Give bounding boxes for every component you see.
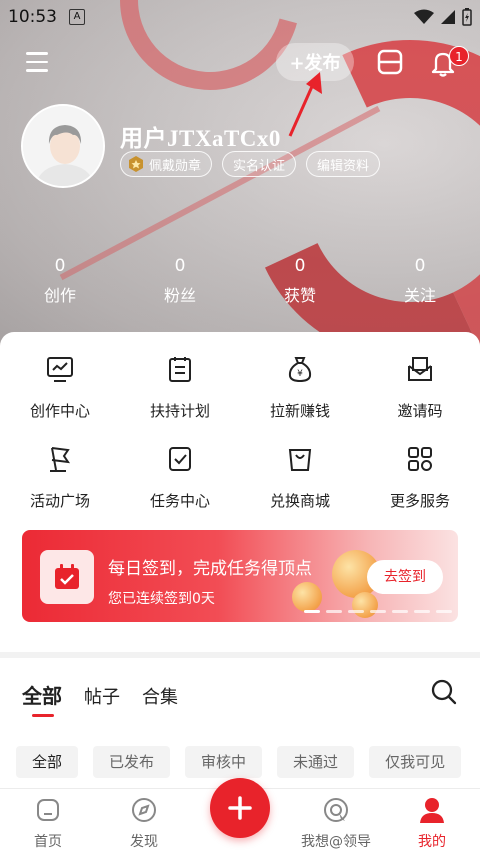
apps-grid-icon bbox=[408, 447, 432, 471]
home-icon bbox=[37, 799, 59, 821]
post-filters: 全部 已发布 审核中 未通过 仅我可见 bbox=[16, 746, 462, 778]
stat-followers[interactable]: 0 粉丝 bbox=[120, 256, 240, 306]
money-bag-icon: ¥ bbox=[288, 357, 312, 383]
filter-published[interactable]: 已发布 bbox=[93, 746, 171, 778]
profile-tags: 佩戴勋章 实名认证 编辑资料 bbox=[120, 151, 381, 177]
edit-profile-button[interactable]: 编辑资料 bbox=[306, 151, 381, 177]
notification-badge: 1 bbox=[449, 46, 469, 66]
medal-icon bbox=[129, 156, 143, 172]
daily-signin-banner[interactable]: 每日签到，完成任务得顶点 您已连续签到0天 去签到 bbox=[22, 530, 458, 622]
create-post-button[interactable] bbox=[210, 778, 270, 838]
status-bar: 10:53 A bbox=[0, 0, 480, 34]
wear-medal-button[interactable]: 佩戴勋章 bbox=[120, 151, 213, 177]
stat-creations[interactable]: 0 创作 bbox=[0, 256, 120, 306]
stat-likes[interactable]: 0 获赞 bbox=[240, 256, 360, 306]
wifi-icon bbox=[414, 9, 434, 24]
filter-under-review[interactable]: 审核中 bbox=[185, 746, 263, 778]
notification-app-icon: A bbox=[69, 9, 85, 25]
signin-button[interactable]: 去签到 bbox=[367, 560, 443, 594]
grid-item-exchange-mall[interactable]: 兑换商城 bbox=[240, 444, 360, 510]
username: 用户JTXaTCx0 bbox=[120, 126, 281, 151]
banner-subtitle: 您已连续签到0天 bbox=[108, 591, 215, 607]
scan-icon[interactable] bbox=[376, 48, 404, 76]
banner-pagination bbox=[304, 610, 458, 613]
tab-posts[interactable]: 帖子 bbox=[84, 683, 120, 709]
grid-item-creation-center[interactable]: 创作中心 bbox=[0, 354, 120, 420]
calendar-icon bbox=[40, 550, 94, 604]
plus-icon bbox=[228, 796, 252, 820]
battery-icon bbox=[462, 8, 472, 26]
coin-icon bbox=[352, 592, 378, 618]
nav-mention-leader[interactable]: 我想@领导 bbox=[296, 795, 376, 851]
filter-private[interactable]: 仅我可见 bbox=[369, 746, 462, 778]
tab-collections[interactable]: 合集 bbox=[142, 683, 178, 709]
grid-item-invite-code[interactable]: 邀请码 bbox=[360, 354, 480, 420]
posts-section: 全部 帖子 合集 全部 已发布 审核中 未通过 仅我可见 bbox=[0, 658, 480, 788]
filter-rejected[interactable]: 未通过 bbox=[277, 746, 355, 778]
status-time: 10:53 bbox=[8, 7, 57, 27]
nav-discover[interactable]: 发现 bbox=[104, 795, 184, 851]
pointer-arrow-icon bbox=[288, 72, 322, 137]
banner-title: 每日签到，完成任务得顶点 bbox=[108, 559, 312, 579]
shopping-bag-icon bbox=[288, 449, 312, 471]
grid-item-activity-square[interactable]: 活动广场 bbox=[0, 444, 120, 510]
filter-all[interactable]: 全部 bbox=[16, 746, 79, 778]
services-grid: 创作中心 扶持计划 ¥ 拉新赚钱 邀请码 活动广场 任务中心 兑换商城 更多服务 bbox=[0, 354, 480, 510]
services-card: 创作中心 扶持计划 ¥ 拉新赚钱 邀请码 活动广场 任务中心 兑换商城 更多服务 bbox=[0, 332, 480, 652]
avatar[interactable] bbox=[21, 104, 105, 188]
grid-item-referral-earn[interactable]: ¥ 拉新赚钱 bbox=[240, 354, 360, 420]
grid-item-support-plan[interactable]: 扶持计划 bbox=[120, 354, 240, 420]
monitor-chart-icon bbox=[47, 357, 73, 382]
compass-icon bbox=[132, 798, 156, 822]
nav-mine[interactable]: 我的 bbox=[392, 795, 472, 851]
grid-item-task-center[interactable]: 任务中心 bbox=[120, 444, 240, 510]
signal-icon bbox=[441, 10, 455, 24]
top-action-bar: +发布 bbox=[0, 40, 480, 84]
target-icon bbox=[324, 798, 348, 822]
real-name-verification-button[interactable]: 实名认证 bbox=[222, 151, 297, 177]
menu-icon[interactable] bbox=[26, 52, 48, 72]
task-check-icon bbox=[169, 447, 191, 471]
user-icon bbox=[420, 798, 444, 823]
clipboard-icon bbox=[169, 357, 191, 382]
stat-following[interactable]: 0 关注 bbox=[360, 256, 480, 306]
default-avatar-icon bbox=[23, 106, 103, 186]
nav-home[interactable]: 首页 bbox=[8, 795, 88, 851]
tab-all[interactable]: 全部 bbox=[22, 680, 62, 717]
search-icon[interactable] bbox=[430, 678, 458, 706]
flag-icon bbox=[50, 447, 71, 472]
grid-item-more-services[interactable]: 更多服务 bbox=[360, 444, 480, 510]
profile-stats: 0 创作 0 粉丝 0 获赞 0 关注 bbox=[0, 256, 480, 306]
posts-tabs: 全部 帖子 合集 bbox=[22, 680, 178, 717]
envelope-icon bbox=[408, 357, 432, 381]
coin-icon bbox=[292, 582, 322, 612]
svg-text:¥: ¥ bbox=[297, 369, 303, 379]
